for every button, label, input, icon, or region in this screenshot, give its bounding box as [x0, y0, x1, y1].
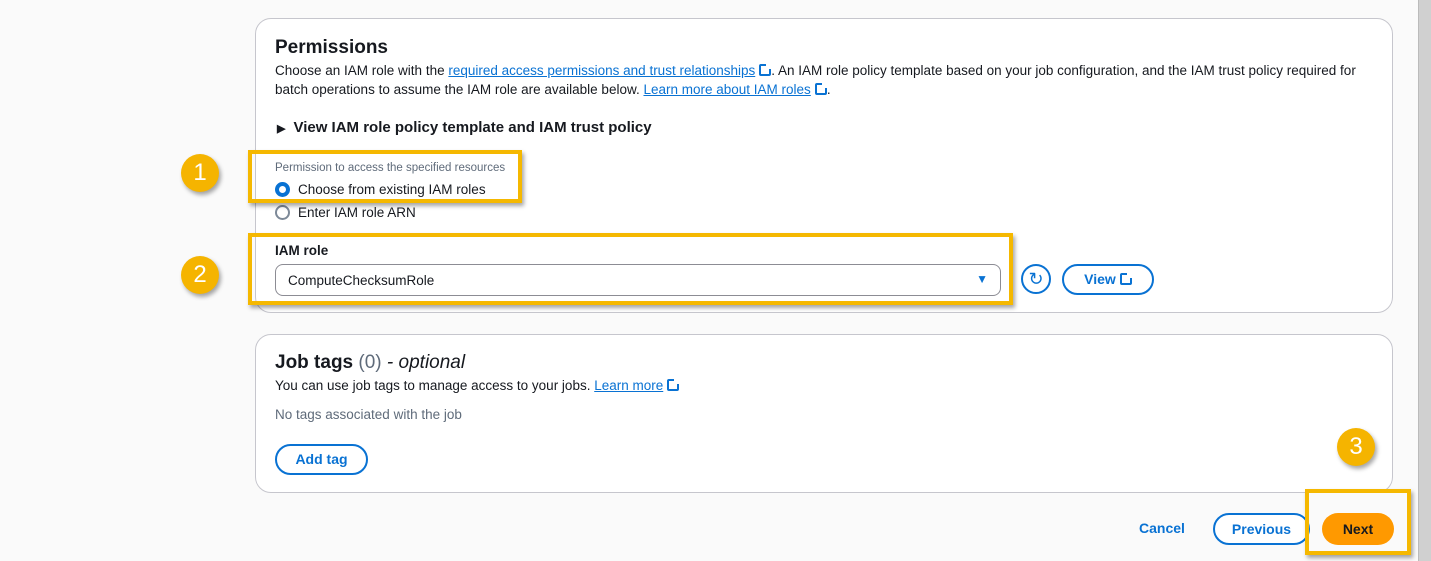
required-permissions-link[interactable]: required access permissions and trust re… — [448, 63, 773, 78]
caret-right-icon: ▶ — [277, 123, 286, 135]
job-tags-description: You can use job tags to manage access to… — [275, 376, 681, 395]
permissions-title: Permissions — [275, 37, 388, 58]
highlight-box-1 — [248, 150, 522, 203]
refresh-icon: ↻ — [1028, 269, 1044, 289]
radio-enter-arn-label[interactable]: Enter IAM role ARN — [298, 205, 416, 220]
job-tags-title: Job tags (0) - optional — [275, 352, 466, 373]
desc-text: Choose an IAM role with the — [275, 63, 449, 78]
step-badge-2: 2 — [181, 256, 219, 294]
step-badge-1: 1 — [181, 154, 219, 192]
external-link-icon — [1119, 272, 1133, 285]
step-badge-3: 3 — [1337, 428, 1375, 466]
permissions-description: Choose an IAM role with the required acc… — [275, 61, 1375, 99]
external-link-icon — [667, 378, 681, 391]
learn-more-iam-link[interactable]: Learn more about IAM roles — [643, 82, 828, 97]
external-link-icon — [814, 82, 828, 95]
policy-expander[interactable]: ▶ View IAM role policy template and IAM t… — [277, 119, 652, 136]
highlight-box-3 — [1305, 489, 1411, 555]
highlight-box-2 — [248, 233, 1013, 305]
job-tags-card: Job tags (0) - optional You can use job … — [255, 334, 1393, 493]
learn-more-link[interactable]: Learn more — [594, 378, 681, 393]
radio-enter-arn[interactable] — [275, 205, 290, 220]
previous-button[interactable]: Previous — [1213, 513, 1310, 545]
cancel-button[interactable]: Cancel — [1139, 520, 1185, 536]
add-tag-button[interactable]: Add tag — [275, 444, 368, 475]
view-role-button[interactable]: View — [1062, 264, 1154, 295]
external-link-icon — [759, 63, 773, 76]
refresh-button[interactable]: ↻ — [1021, 264, 1051, 294]
scrollbar[interactable] — [1418, 0, 1431, 561]
no-tags-text: No tags associated with the job — [275, 407, 462, 422]
